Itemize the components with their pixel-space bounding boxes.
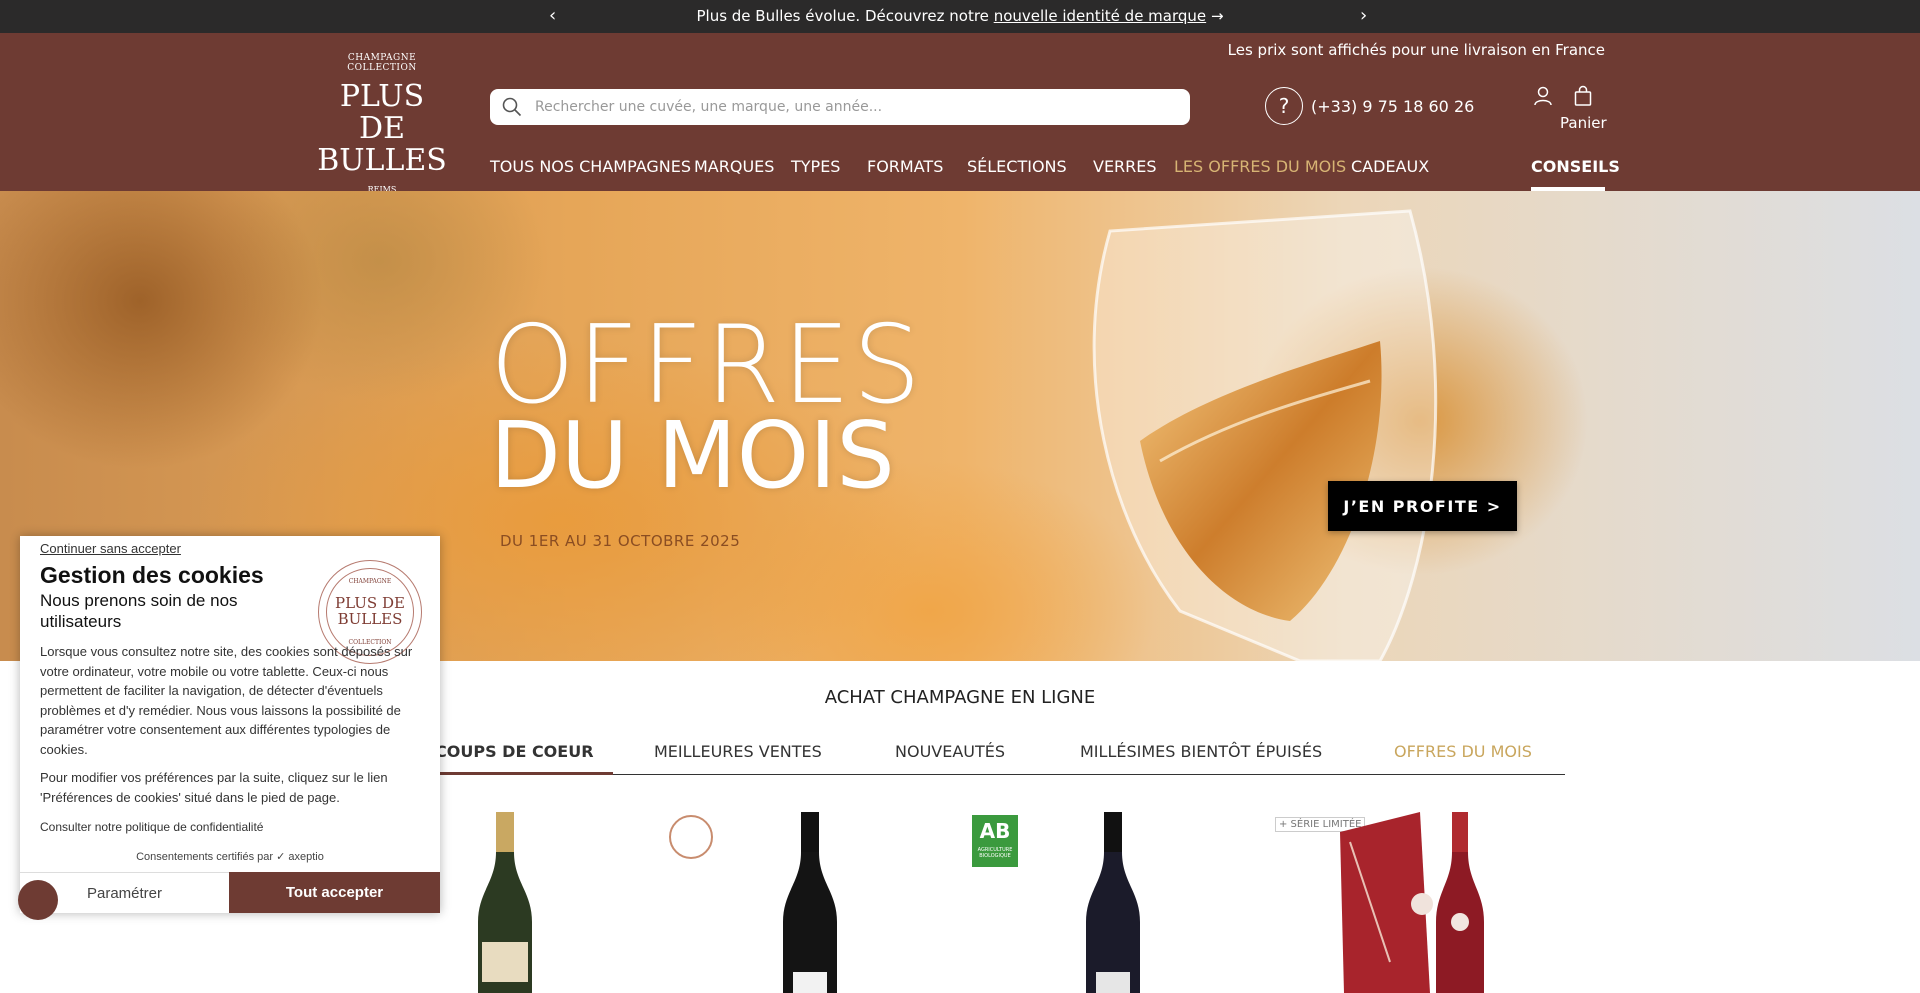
gift-box-bottle-image	[1340, 812, 1484, 993]
seal-line-2: BULLES	[337, 610, 403, 628]
tab-active-indicator	[435, 772, 613, 775]
tab-offres-du-mois[interactable]: OFFRES DU MOIS	[1394, 742, 1532, 761]
announcement-link[interactable]: nouvelle identité de marque	[994, 7, 1206, 25]
axeptio-certification: Consentements certifiés par ✓ axeptio	[136, 851, 324, 863]
announcement-text: Plus de Bulles évolue. Découvrez notre	[696, 7, 989, 25]
tab-nouveautes[interactable]: NOUVEAUTÉS	[895, 742, 1005, 761]
cookie-subtitle: Nous prenons soin de nos utilisateurs	[40, 591, 238, 631]
nav-item-selections[interactable]: SÉLECTIONS	[967, 157, 1067, 176]
arrow-icon: →	[1210, 7, 1224, 25]
main-nav: TOUS NOS CHAMPAGNES MARQUES TYPES FORMAT…	[490, 157, 1620, 191]
accept-all-cookies-button[interactable]: Tout accepter	[229, 872, 440, 913]
champagne-glass-image	[1092, 209, 1438, 661]
nav-item-offres-du-mois[interactable]: LES OFFRES DU MOIS	[1174, 157, 1346, 176]
hero-title-line-1: OFFRES	[490, 303, 924, 428]
cookie-body-text: Lorsque vous consultez notre site, des c…	[40, 644, 413, 757]
hero-title-line-2: DU MOIS	[490, 402, 895, 509]
product-card[interactable]	[1330, 812, 1550, 993]
seal-top-text: CHAMPAGNE	[348, 578, 392, 585]
announcement-bar: ‹ Plus de Bulles évolue. Découvrez notre…	[0, 0, 1920, 33]
nav-item-verres[interactable]: VERRES	[1093, 157, 1157, 176]
continue-without-accepting-link[interactable]: Continuer sans accepter	[40, 541, 181, 556]
cart-button[interactable]: Panier	[1560, 85, 1607, 132]
announcement-message: Plus de Bulles évolue. Découvrez notre n…	[0, 7, 1920, 25]
chat-widget-icon[interactable]	[18, 880, 58, 920]
product-card[interactable]	[1003, 812, 1223, 993]
tab-coups-de-coeur[interactable]: COUPS DE COEUR	[435, 742, 594, 761]
hero-dates: DU 1ER AU 31 OCTOBRE 2025	[500, 532, 741, 550]
nav-item-conseils[interactable]: CONSEILS	[1531, 157, 1620, 176]
nav-item-cadeaux[interactable]: CADEAUX	[1351, 157, 1429, 176]
cookie-preferences-text: Pour modifier vos préférences par la sui…	[40, 770, 388, 805]
cookie-title: Gestion des cookies	[40, 562, 264, 588]
cart-label: Panier	[1560, 114, 1607, 132]
site-logo[interactable]: CHAMPAGNE COLLECTION PLUS DE BULLES REIM…	[314, 53, 450, 194]
search-input[interactable]	[535, 95, 1175, 119]
price-note: Les prix sont affichés pour une livraiso…	[1227, 41, 1605, 59]
user-icon[interactable]	[1532, 85, 1554, 107]
tab-millesimes-bientot-epuises[interactable]: MILLÉSIMES BIENTÔT ÉPUISÉS	[1080, 742, 1322, 761]
product-tabs: COUPS DE COEUR MEILLEURES VENTES NOUVEAU…	[435, 730, 1565, 775]
logo-tagline: CHAMPAGNE COLLECTION	[347, 53, 417, 73]
nav-item-marques[interactable]: MARQUES	[694, 157, 774, 176]
cookie-consent-modal: Continuer sans accepter Gestion des cook…	[20, 536, 440, 913]
phone-number[interactable]: (+33) 9 75 18 60 26	[1311, 97, 1474, 116]
logo-line-1: PLUS DE	[339, 79, 425, 146]
search-icon[interactable]	[502, 97, 522, 117]
logo-line-2: BULLES	[317, 143, 447, 178]
seal-line-1: PLUS DE	[335, 594, 405, 612]
nav-item-formats[interactable]: FORMATS	[867, 157, 943, 176]
privacy-policy-link[interactable]: Consulter notre politique de confidentia…	[40, 820, 263, 834]
search-bar[interactable]	[490, 89, 1190, 125]
chevron-right-icon[interactable]: ›	[1360, 5, 1367, 26]
product-card[interactable]	[700, 812, 920, 993]
champagne-bottle-image	[1086, 812, 1140, 993]
cart-icon	[1574, 85, 1592, 106]
champagne-bottle-image	[478, 812, 532, 993]
nav-item-tous-nos-champagnes[interactable]: TOUS NOS CHAMPAGNES	[490, 157, 691, 176]
phone-contact[interactable]: ? (+33) 9 75 18 60 26	[1265, 87, 1474, 125]
help-icon: ?	[1265, 87, 1303, 125]
champagne-bottle-image	[783, 812, 837, 993]
tab-meilleures-ventes[interactable]: MEILLEURES VENTES	[654, 742, 822, 761]
hero-title: OFFRES DU MOIS	[490, 303, 924, 509]
hero-cta-button[interactable]: J’EN PROFITE >	[1328, 481, 1517, 531]
site-header: CHAMPAGNE COLLECTION PLUS DE BULLES REIM…	[0, 33, 1920, 194]
nav-item-types[interactable]: TYPES	[791, 157, 840, 176]
